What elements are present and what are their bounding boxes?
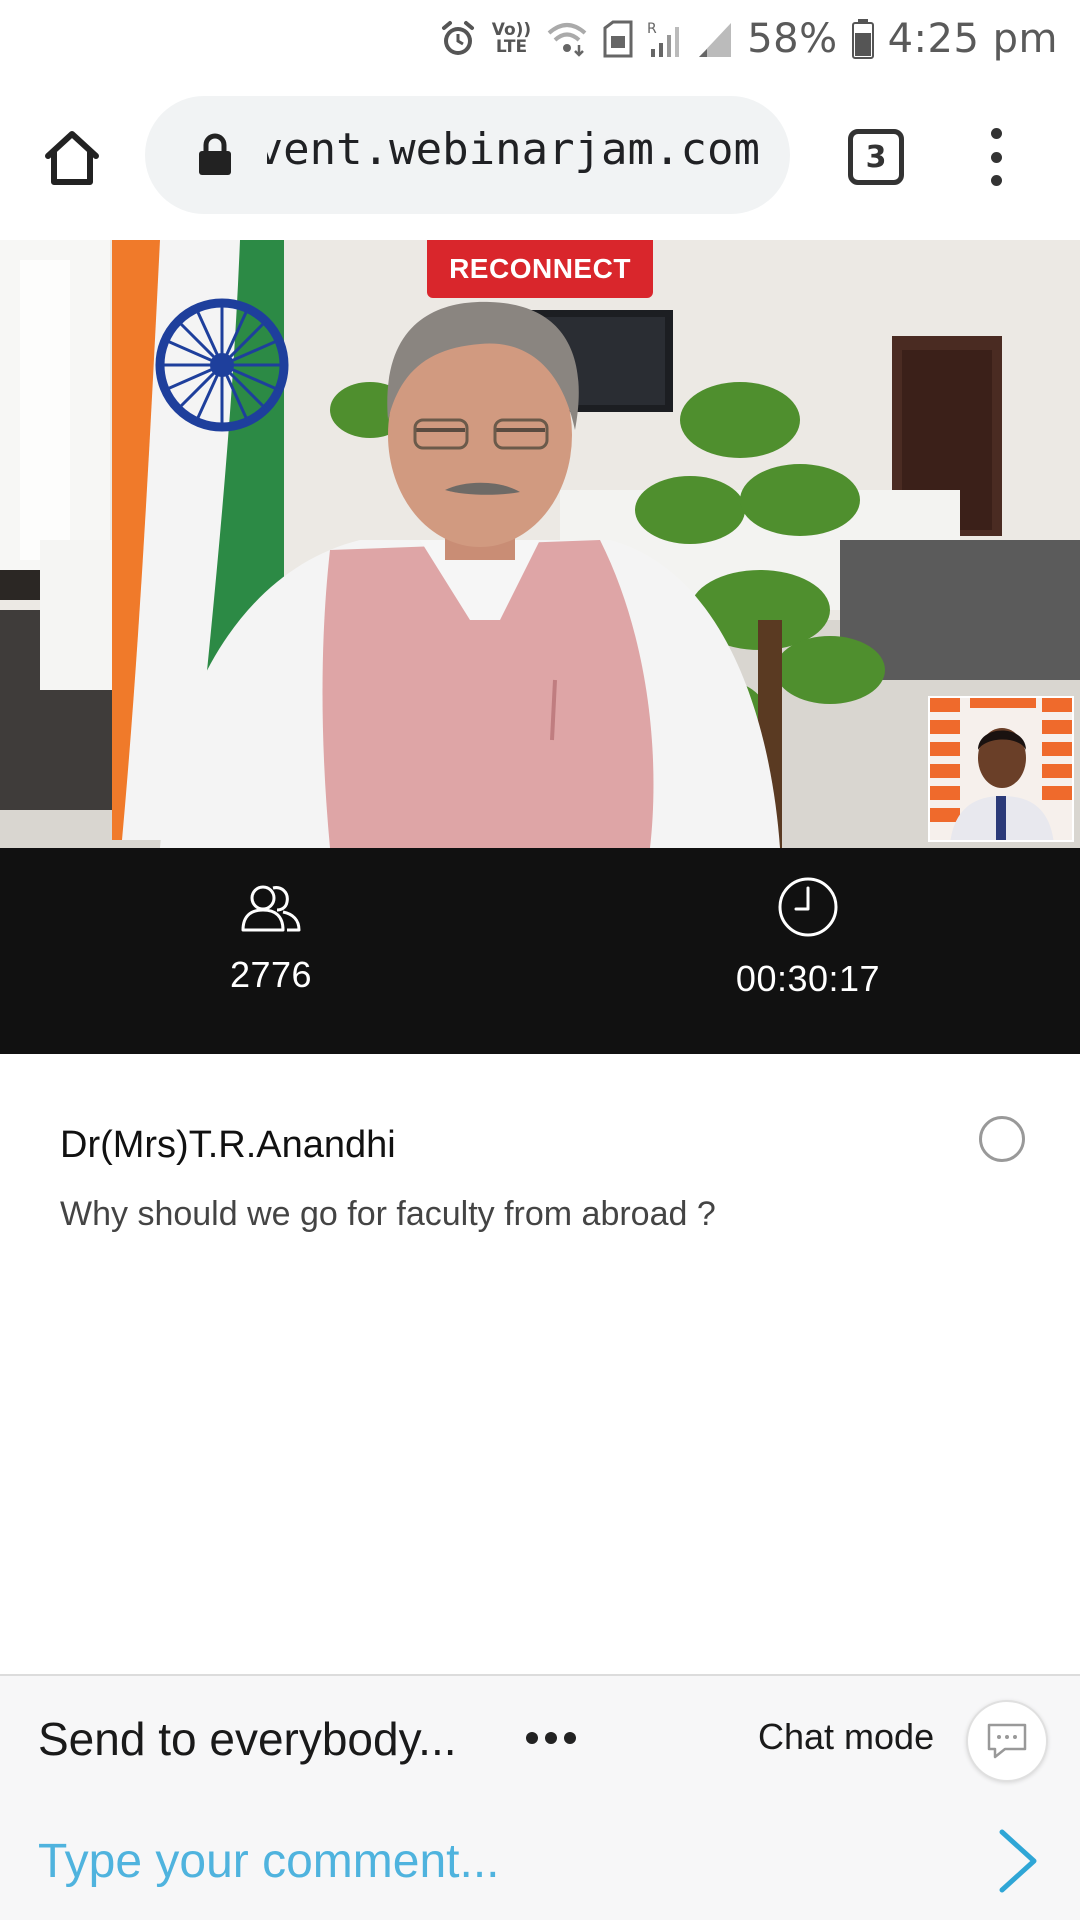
presenter-thumbnail[interactable] [928,696,1074,842]
wifi-icon [545,21,589,57]
browser-menu-button[interactable] [978,124,1014,190]
battery-percent: 58% [747,16,838,62]
chat-bubble-icon [987,1723,1027,1759]
send-button[interactable] [994,1828,1042,1894]
chat-composer: Send to everybody... Chat mode [0,1674,1080,1920]
chat-message-text: Why should we go for faculty from abroad… [60,1195,716,1233]
attendees-icon [241,885,301,932]
speaker-video-frame [0,240,1080,848]
address-bar[interactable]: event.webinarjam.com [145,96,790,214]
url-text[interactable]: event.webinarjam.com [267,124,760,175]
status-bar: Vo)) LTE R 58% 4:25 pm [0,0,1080,78]
chat-message-author: Dr(Mrs)T.R.Anandhi [60,1124,396,1166]
recipient-selector[interactable]: Send to everybody... [38,1712,457,1766]
reconnect-label: RECONNECT [449,253,631,284]
volte-icon: Vo)) LTE [492,22,531,56]
more-vert-icon [990,128,1002,139]
volte-bottom-label: LTE [495,37,528,57]
svg-text:R: R [647,21,657,37]
more-horiz-icon [526,1732,538,1744]
video-player[interactable]: RECONNECT [0,240,1080,848]
send-chevron-icon [999,1829,1037,1893]
signal-icon [697,19,733,59]
elapsed-timer-value: 00:30:17 [735,958,881,999]
message-select-radio[interactable] [979,1116,1025,1162]
reconnect-button[interactable]: RECONNECT [427,240,653,298]
chat-feed[interactable]: Dr(Mrs)T.R.Anandhi Why should we go for … [0,1054,1080,1674]
signal-r-icon: R [647,19,683,59]
home-button[interactable] [40,126,104,190]
attendee-count: 2776 [121,882,421,996]
sim-icon [603,20,633,58]
status-icons: Vo)) LTE R 58% 4:25 pm [438,10,1058,68]
alarm-icon [438,19,478,59]
tab-count: 3 [865,139,887,175]
stats-bar: 2776 00:30:17 [0,848,1080,1054]
clock-time: 4:25 pm [887,16,1058,62]
chat-mode-button[interactable] [966,1700,1048,1782]
chat-mode-label: Chat mode [758,1716,935,1757]
browser-toolbar: event.webinarjam.com 3 [0,78,1080,240]
tab-switcher-button[interactable]: 3 [848,129,904,185]
clock-icon [778,877,838,937]
elapsed-timer: 00:30:17 [658,877,958,1000]
lock-icon [199,133,231,175]
chat-message: Dr(Mrs)T.R.Anandhi Why should we go for … [60,1124,1020,1234]
comment-input[interactable] [38,1826,938,1896]
attendee-count-value: 2776 [229,954,313,995]
home-icon [45,131,99,185]
battery-icon [851,19,874,59]
more-options-button[interactable] [526,1732,576,1744]
